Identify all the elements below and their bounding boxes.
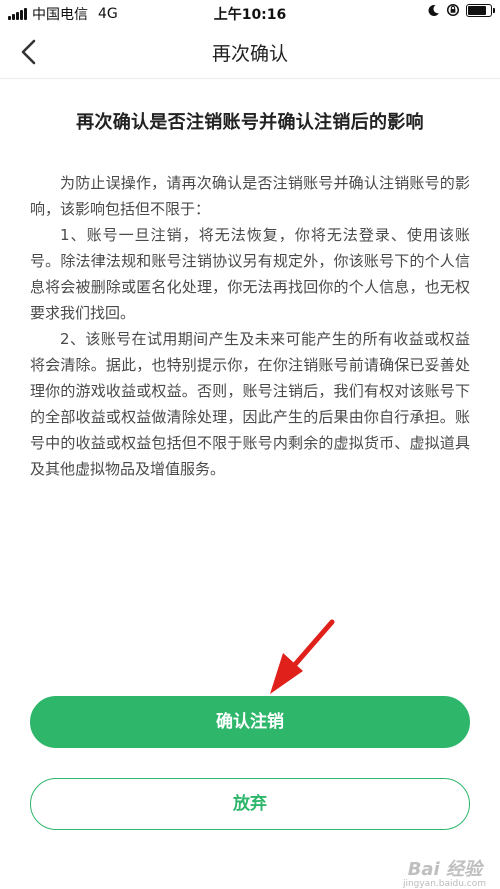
battery-icon — [466, 3, 495, 17]
watermark-url: jingyan.baidu.com — [402, 879, 486, 889]
status-bar: 中国电信 4G 上午10:16 — [0, 0, 500, 26]
navigation-bar: 再次确认 — [0, 26, 500, 79]
abandon-button[interactable]: 放弃 — [30, 778, 470, 830]
page-title: 再次确认 — [211, 43, 288, 65]
content-area: 再次确认是否注销账号并确认注销后的影响 为防止误操作，请再次确认是否注销账号并确… — [30, 108, 470, 482]
impact-paragraph-2: 2、该账号在试用期间产生及未来可能产生的所有收益或权益将会清除。据此，也特别提示… — [30, 330, 470, 478]
confirm-deregister-button[interactable]: 确认注销 — [30, 696, 470, 748]
intro-paragraph: 为防止误操作，请再次确认是否注销账号并确认注销账号的影响，该影响包括但不限于： — [30, 174, 470, 218]
status-time: 上午10:16 — [213, 7, 287, 23]
rotation-lock-icon — [446, 3, 460, 17]
status-right — [427, 3, 495, 17]
watermark-logo: Bai 经验 — [407, 859, 482, 880]
content-title: 再次确认是否注销账号并确认注销后的影响 — [76, 112, 424, 133]
impact-paragraph-1: 1、账号一旦注销，将无法恢复，你将无法登录、使用该账号。除法律法规和账号注销协议… — [30, 226, 470, 322]
moon-icon — [428, 4, 439, 16]
